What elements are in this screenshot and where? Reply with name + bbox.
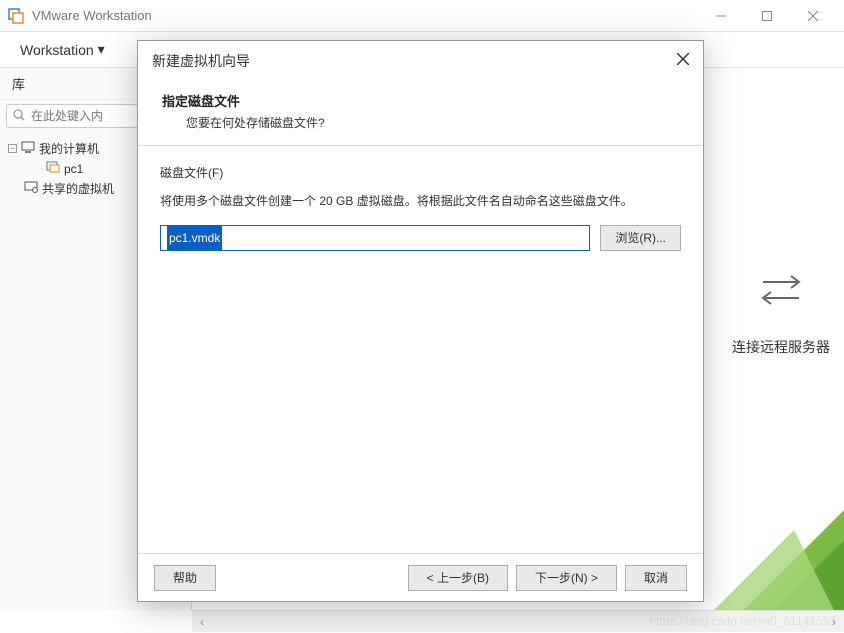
dialog-subheading: 您要在何处存储磁盘文件? [162, 114, 679, 131]
back-button[interactable]: < 上一步(B) [408, 565, 508, 591]
disk-file-value: pc1.vmdk [167, 226, 222, 250]
connect-remote-tile[interactable]: 连接远程服务器 [732, 270, 830, 357]
next-button[interactable]: 下一步(N) > [516, 565, 617, 591]
workstation-menu-label: Workstation [20, 42, 94, 58]
dialog-footer: 帮助 < 上一步(B) 下一步(N) > 取消 [138, 553, 703, 601]
shared-vm-icon [24, 181, 38, 196]
disk-file-row: pc1.vmdk 浏览(R)... [160, 225, 681, 251]
maximize-button[interactable] [744, 0, 790, 32]
tree-pc-label: pc1 [64, 162, 83, 176]
horizontal-scrollbar[interactable]: ‹ › [192, 610, 844, 632]
connect-remote-label: 连接远程服务器 [732, 337, 830, 357]
vm-icon [46, 161, 60, 176]
computer-icon [21, 141, 35, 156]
hscroll-left-button[interactable]: ‹ [192, 611, 212, 633]
search-icon [13, 109, 25, 124]
window-buttons [698, 0, 836, 32]
close-button[interactable] [790, 0, 836, 32]
disk-file-input[interactable]: pc1.vmdk [160, 225, 590, 251]
dialog-body: 磁盘文件(F) 将使用多个磁盘文件创建一个 20 GB 虚拟磁盘。将根据此文件名… [138, 146, 703, 553]
collapse-icon[interactable]: − [8, 144, 17, 153]
hscroll-right-button[interactable]: › [824, 611, 844, 633]
cancel-button[interactable]: 取消 [625, 565, 687, 591]
titlebar: VMware Workstation [0, 0, 844, 32]
disk-file-label: 磁盘文件(F) [160, 164, 681, 181]
dialog-titlebar: 新建虚拟机向导 [138, 41, 703, 81]
help-button[interactable]: 帮助 [154, 565, 216, 591]
dialog-header: 指定磁盘文件 您要在何处存储磁盘文件? [138, 81, 703, 146]
dialog-title: 新建虚拟机向导 [152, 51, 250, 71]
app-title: VMware Workstation [32, 8, 698, 23]
transfer-icon [757, 270, 805, 319]
browse-button[interactable]: 浏览(R)... [600, 225, 681, 251]
disk-file-description: 将使用多个磁盘文件创建一个 20 GB 虚拟磁盘。将根据此文件名自动命名这些磁盘… [160, 191, 681, 211]
minimize-button[interactable] [698, 0, 744, 32]
chevron-down-icon: ▾ [98, 41, 105, 58]
app-logo-icon [8, 8, 24, 24]
workstation-menu[interactable]: Workstation ▾ [12, 37, 113, 62]
brand-decoration [684, 500, 844, 610]
dialog-heading: 指定磁盘文件 [162, 91, 679, 110]
tree-root-label: 我的计算机 [39, 140, 99, 157]
tree-shared-label: 共享的虚拟机 [42, 180, 114, 197]
new-vm-wizard-dialog: 新建虚拟机向导 指定磁盘文件 您要在何处存储磁盘文件? 磁盘文件(F) 将使用多… [137, 40, 704, 602]
dialog-close-button[interactable] [677, 52, 689, 70]
